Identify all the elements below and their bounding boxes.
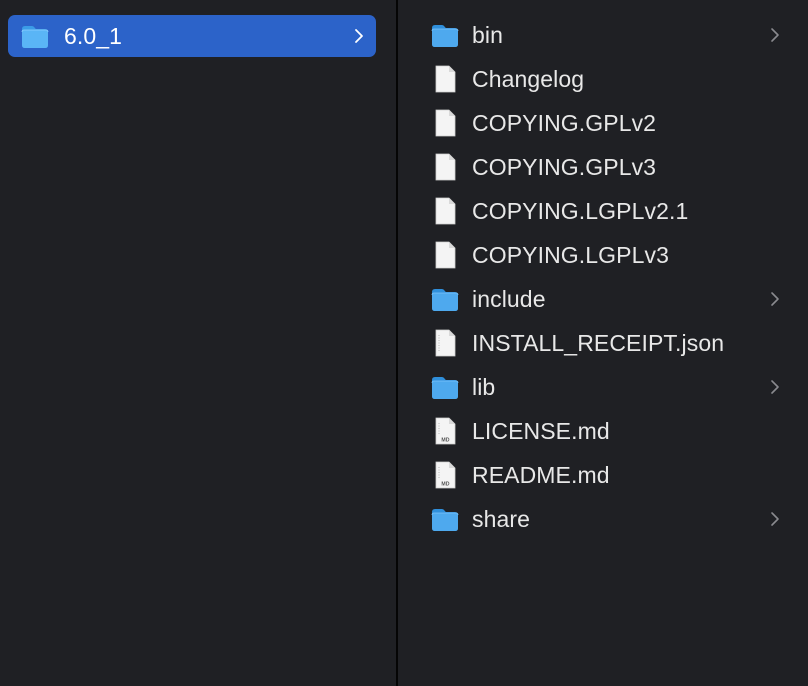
item-label: README.md xyxy=(472,461,610,488)
folder-row[interactable]: share xyxy=(430,500,790,538)
parent-column[interactable]: 6.0_1 xyxy=(0,0,396,686)
document-icon xyxy=(435,153,456,181)
markdown-file-icon: MD xyxy=(435,417,456,445)
chevron-right-icon xyxy=(771,292,779,306)
svg-text:MD: MD xyxy=(441,438,449,444)
folder-row[interactable]: include xyxy=(430,280,790,318)
item-label: INSTALL_RECEIPT.json xyxy=(472,329,725,356)
json-file-icon xyxy=(435,329,456,357)
file-row[interactable]: COPYING.GPLv3 xyxy=(430,148,790,186)
finder-window: 6.0_1 bin Changelog COPYING.GPLv2 COPYING.G… xyxy=(0,0,808,686)
item-label: bin xyxy=(472,21,503,48)
svg-text:MD: MD xyxy=(441,482,449,488)
item-label: include xyxy=(472,285,546,312)
item-label: Changelog xyxy=(472,65,585,92)
document-icon xyxy=(435,109,456,137)
document-icon xyxy=(435,65,456,93)
folder-icon xyxy=(21,26,49,48)
chevron-right-icon xyxy=(771,28,779,42)
document-icon xyxy=(435,197,456,225)
selected-folder-label: 6.0_1 xyxy=(64,22,123,49)
item-label: COPYING.GPLv2 xyxy=(472,109,657,136)
chevron-right-icon xyxy=(771,512,779,526)
selected-folder-row[interactable]: 6.0_1 xyxy=(8,15,376,57)
file-row[interactable]: COPYING.LGPLv3 xyxy=(430,236,790,274)
item-label: COPYING.LGPLv3 xyxy=(472,241,669,268)
folder-icon xyxy=(431,25,459,47)
contents-column[interactable]: bin Changelog COPYING.GPLv2 COPYING.GPLv3 CO… xyxy=(398,0,808,686)
item-label: LICENSE.md xyxy=(472,417,610,444)
folder-icon xyxy=(431,377,459,399)
chevron-right-icon xyxy=(771,380,779,394)
file-row[interactable]: MD LICENSE.md xyxy=(430,412,790,450)
folder-icon xyxy=(431,509,459,531)
folder-row[interactable]: bin xyxy=(430,16,790,54)
item-label: COPYING.LGPLv2.1 xyxy=(472,197,689,224)
file-row[interactable]: MD README.md xyxy=(430,456,790,494)
chevron-right-icon xyxy=(355,29,363,43)
item-label: lib xyxy=(472,373,496,400)
folder-row[interactable]: lib xyxy=(430,368,790,406)
item-label: COPYING.GPLv3 xyxy=(472,153,657,180)
file-row[interactable]: Changelog xyxy=(430,60,790,98)
file-row[interactable]: COPYING.GPLv2 xyxy=(430,104,790,142)
folder-icon xyxy=(431,289,459,311)
file-row[interactable]: COPYING.LGPLv2.1 xyxy=(430,192,790,230)
file-row[interactable]: INSTALL_RECEIPT.json xyxy=(430,324,790,362)
item-label: share xyxy=(472,505,531,532)
document-icon xyxy=(435,241,456,269)
markdown-file-icon: MD xyxy=(435,461,456,489)
